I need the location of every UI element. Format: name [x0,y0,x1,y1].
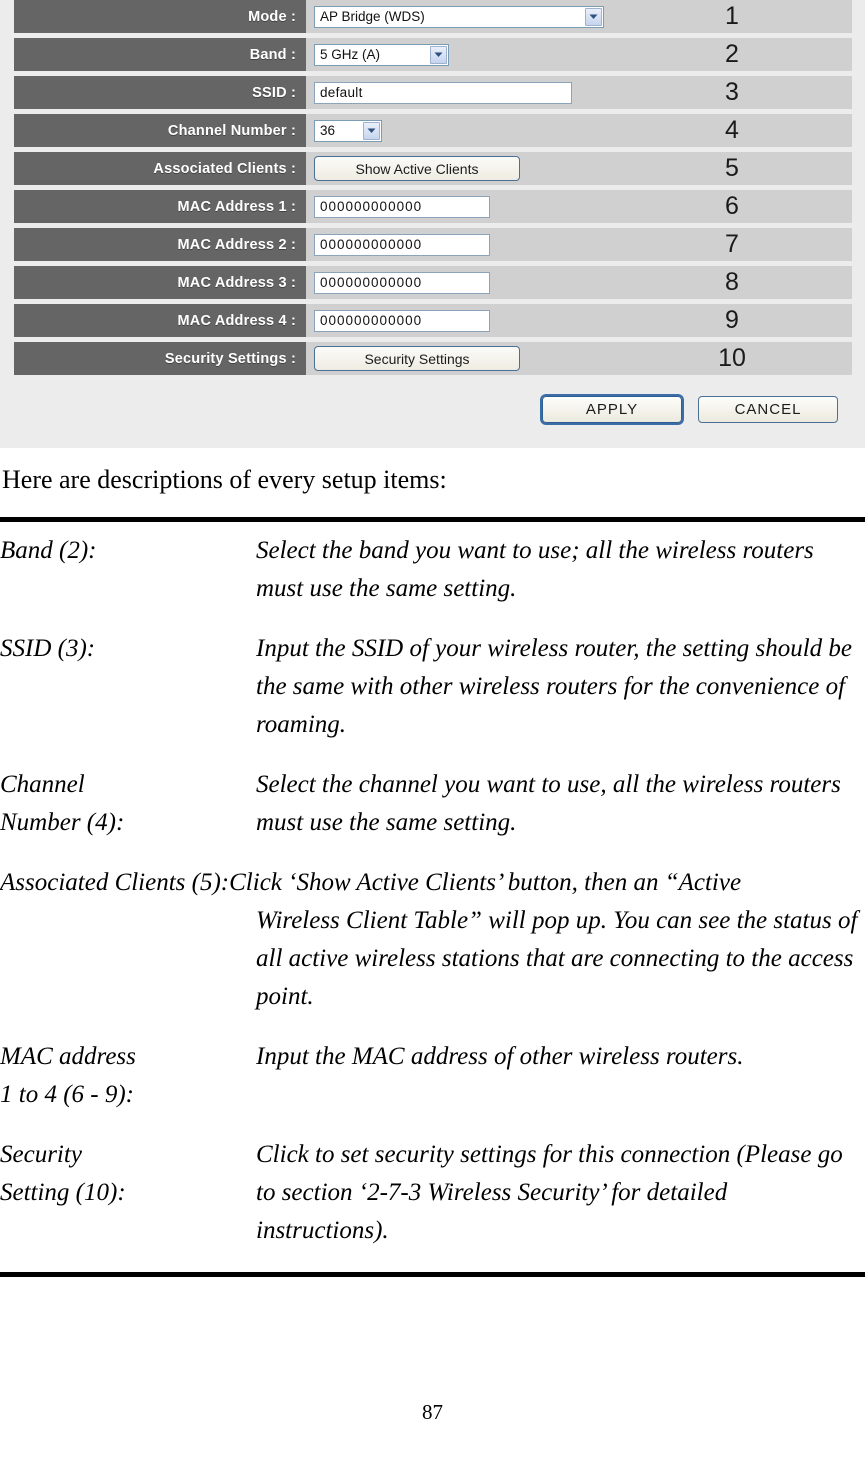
definition-description: Select the band you want to use; all the… [256,537,814,603]
row-callout-number: 8 [725,268,739,296]
select-value: 36 [320,123,336,138]
settings-row: Associated Clients : Show Active Clients 5 [14,152,852,185]
select-value: 5 GHz (A) [320,47,381,62]
definition-term: Channel Number (4): [0,771,125,837]
form-actions: APPLY CANCEL [0,378,852,440]
definition-list: Band (2): Select the band you want to use… [0,522,865,1250]
select-value: AP Bridge (WDS) [320,9,425,24]
settings-row: Security Settings : Security Settings 10 [14,342,852,375]
definition-term-and-lead: Associated Clients (5):Click ‘Show Activ… [0,869,742,897]
row-callout-number: 4 [725,116,739,144]
cancel-button[interactable]: CANCEL [698,395,838,423]
row-label: MAC Address 4 : [14,304,306,337]
select-mode[interactable]: AP Bridge (WDS) [314,5,604,28]
settings-row: MAC Address 3 : 000000000000 8 [14,266,852,299]
row-label: Security Settings : [14,342,306,375]
row-label: MAC Address 3 : [14,266,306,299]
definition-term: SSID (3): [0,635,96,663]
settings-row: SSID : default 3 [14,76,852,109]
chevron-down-icon[interactable] [430,45,447,64]
page-number: 87 [422,1400,443,1424]
definition-description: Input the MAC address of other wireless … [256,1043,744,1071]
apply-button[interactable]: APPLY [542,395,682,423]
row-label: MAC Address 1 : [14,190,306,223]
definition-entry: SSID (3): Input the SSID of your wireless… [0,630,865,744]
definition-entry: Channel Number (4): Select the channel yo… [0,766,865,842]
definition-entry: Associated Clients (5):Click ‘Show Activ… [0,864,865,1016]
row-callout-number: 3 [725,78,739,106]
definition-entry: Band (2): Select the band you want to use… [0,532,865,608]
settings-row: MAC Address 1 : 000000000000 6 [14,190,852,223]
bottom-divider [0,1272,865,1278]
row-callout-number: 6 [725,192,739,220]
settings-row: Band : 5 GHz (A) 2 [14,38,852,71]
row-callout-number: 9 [725,306,739,334]
button-security-settings[interactable]: Security Settings [314,346,520,371]
chevron-down-icon[interactable] [363,121,380,140]
row-callout-number: 7 [725,230,739,258]
router-config-panel: Mode : AP Bridge (WDS) 1 Band : 5 GHz (A) 2 SS… [0,0,865,448]
row-label: Band : [14,38,306,71]
input-mac-address-2[interactable]: 000000000000 [314,233,490,256]
definition-entry: Security Setting (10): Click to set secur… [0,1136,865,1250]
settings-row: MAC Address 2 : 000000000000 7 [14,228,852,261]
row-callout-number: 1 [725,2,739,30]
row-label: Channel Number : [14,114,306,147]
button-show-active-clients[interactable]: Show Active Clients [314,156,520,181]
settings-row: Channel Number : 36 4 [14,114,852,147]
row-callout-number: 10 [718,344,746,372]
definition-term: MAC address 1 to 4 (6 - 9): [0,1043,136,1109]
settings-table: Mode : AP Bridge (WDS) 1 Band : 5 GHz (A) 2 SS… [14,0,852,380]
intro-text: Here are descriptions of every setup ite… [2,465,447,494]
definition-description: Wireless Client Table” will pop up. You … [256,907,858,1011]
description-section: Here are descriptions of every setup ite… [0,448,865,1278]
input-mac-address-4[interactable]: 000000000000 [314,309,490,332]
definition-term: Security Setting (10): [0,1141,126,1207]
row-label: Mode : [14,0,306,33]
settings-row: Mode : AP Bridge (WDS) 1 [14,0,852,33]
row-callout-number: 2 [725,40,739,68]
definition-description: Click to set security settings for this … [256,1141,843,1245]
definition-term: Band (2): [0,537,97,565]
definition-description: Input the SSID of your wireless router, … [256,635,853,739]
input-ssid[interactable]: default [314,81,572,104]
input-mac-address-3[interactable]: 000000000000 [314,271,490,294]
row-label: MAC Address 2 : [14,228,306,261]
select-channel-number[interactable]: 36 [314,119,382,142]
chevron-down-icon[interactable] [585,7,602,26]
select-band[interactable]: 5 GHz (A) [314,43,449,66]
input-mac-address-1[interactable]: 000000000000 [314,195,490,218]
row-label: SSID : [14,76,306,109]
definition-description: Select the channel you want to use, all … [256,771,841,837]
row-label: Associated Clients : [14,152,306,185]
settings-row: MAC Address 4 : 000000000000 9 [14,304,852,337]
definition-entry: MAC address 1 to 4 (6 - 9): Input the MAC… [0,1038,865,1114]
row-callout-number: 5 [725,154,739,182]
